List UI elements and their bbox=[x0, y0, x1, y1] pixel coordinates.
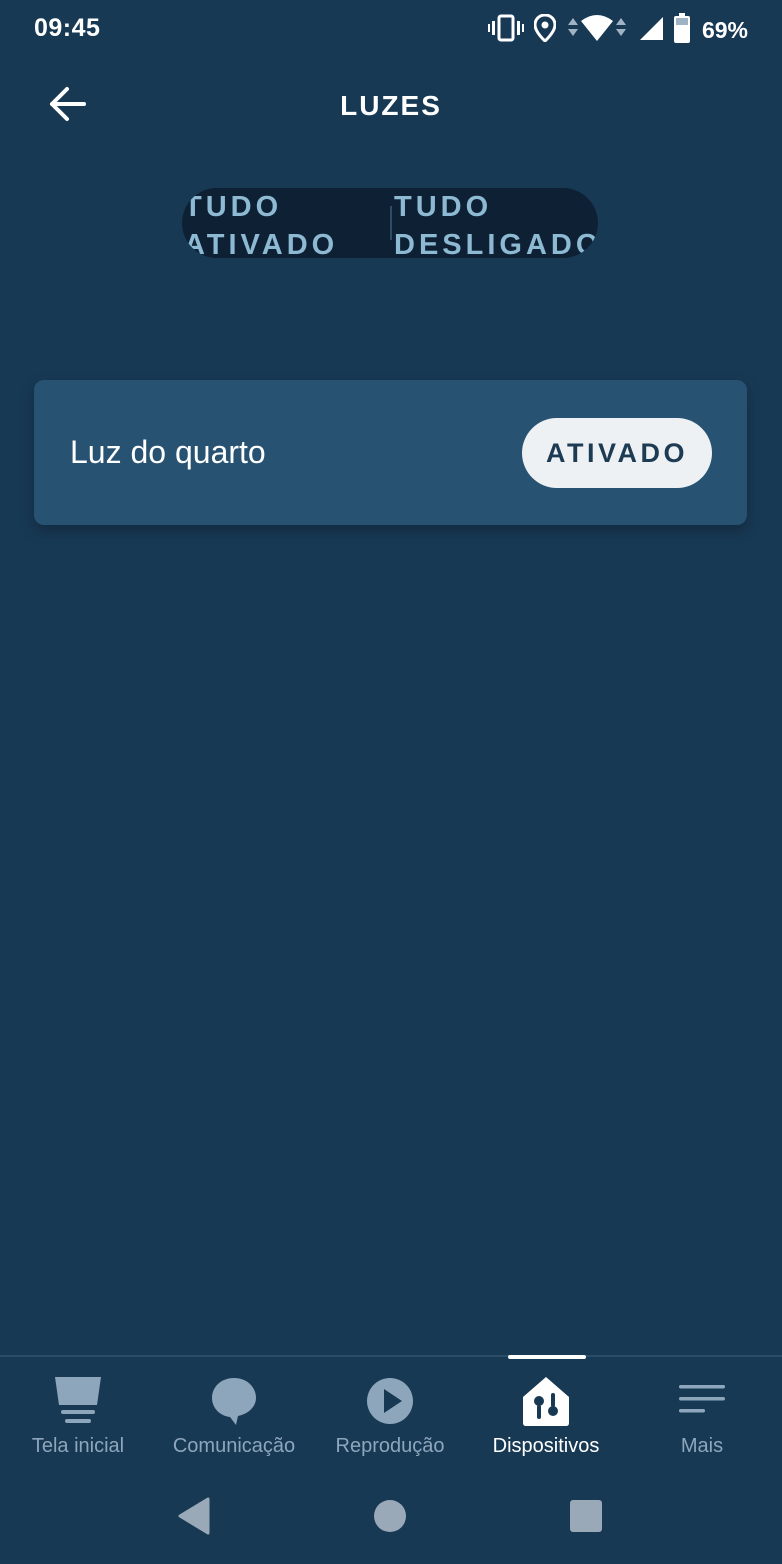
nav-label-more: Mais bbox=[680, 1435, 724, 1457]
page-title: LUZES bbox=[340, 90, 442, 121]
nav-tab-more[interactable]: Mais bbox=[624, 1367, 780, 1463]
device-card[interactable]: Luz do quarto ATIVADO bbox=[34, 380, 747, 525]
play-icon bbox=[362, 1373, 418, 1429]
status-icons: 69% bbox=[487, 12, 748, 48]
battery-percent: 69% bbox=[701, 16, 748, 43]
status-bar: 09:45 69% bbox=[0, 0, 782, 60]
nav-tab-devices[interactable]: Dispositivos bbox=[468, 1367, 624, 1463]
home-screen-icon bbox=[50, 1373, 106, 1429]
nav-label-communication: Comunicação bbox=[172, 1435, 296, 1457]
recents-square-icon bbox=[569, 1499, 603, 1538]
system-back-button[interactable] bbox=[170, 1494, 218, 1542]
nav-label-devices: Dispositivos bbox=[492, 1435, 600, 1457]
menu-lines-icon bbox=[674, 1373, 730, 1429]
bottom-navigation: Tela inicial Comunicação Reprodução Disp… bbox=[0, 1355, 782, 1467]
cellular-signal-icon bbox=[638, 15, 664, 46]
location-icon bbox=[533, 12, 557, 47]
all-off-button[interactable]: TUDO DESLIGADO bbox=[394, 188, 598, 258]
nav-label-playback: Reprodução bbox=[335, 1435, 445, 1457]
all-on-button[interactable]: TUDO ATIVADO bbox=[184, 188, 389, 258]
system-recents-button[interactable] bbox=[562, 1494, 610, 1542]
system-navigation bbox=[0, 1470, 782, 1564]
back-triangle-icon bbox=[176, 1496, 212, 1541]
system-home-button[interactable] bbox=[366, 1494, 414, 1542]
nav-label-home: Tela inicial bbox=[31, 1435, 125, 1457]
nav-tab-playback[interactable]: Reprodução bbox=[312, 1367, 468, 1463]
nav-tab-communication[interactable]: Comunicação bbox=[156, 1367, 312, 1463]
battery-icon bbox=[673, 12, 690, 48]
nav-tab-home[interactable]: Tela inicial bbox=[0, 1367, 156, 1463]
status-time: 09:45 bbox=[34, 14, 101, 42]
active-tab-indicator bbox=[508, 1355, 586, 1359]
toggle-divider bbox=[390, 206, 392, 240]
device-power-toggle[interactable]: ATIVADO bbox=[522, 418, 712, 488]
devices-house-icon bbox=[518, 1373, 574, 1429]
group-toggle: TUDO ATIVADO TUDO DESLIGADO bbox=[182, 188, 598, 258]
chat-bubble-icon bbox=[206, 1373, 262, 1429]
home-circle-icon bbox=[373, 1499, 407, 1538]
device-name: Luz do quarto bbox=[70, 434, 266, 470]
vibrate-icon bbox=[487, 14, 524, 47]
wifi-icon bbox=[566, 14, 628, 47]
app-header: LUZES bbox=[0, 70, 782, 142]
